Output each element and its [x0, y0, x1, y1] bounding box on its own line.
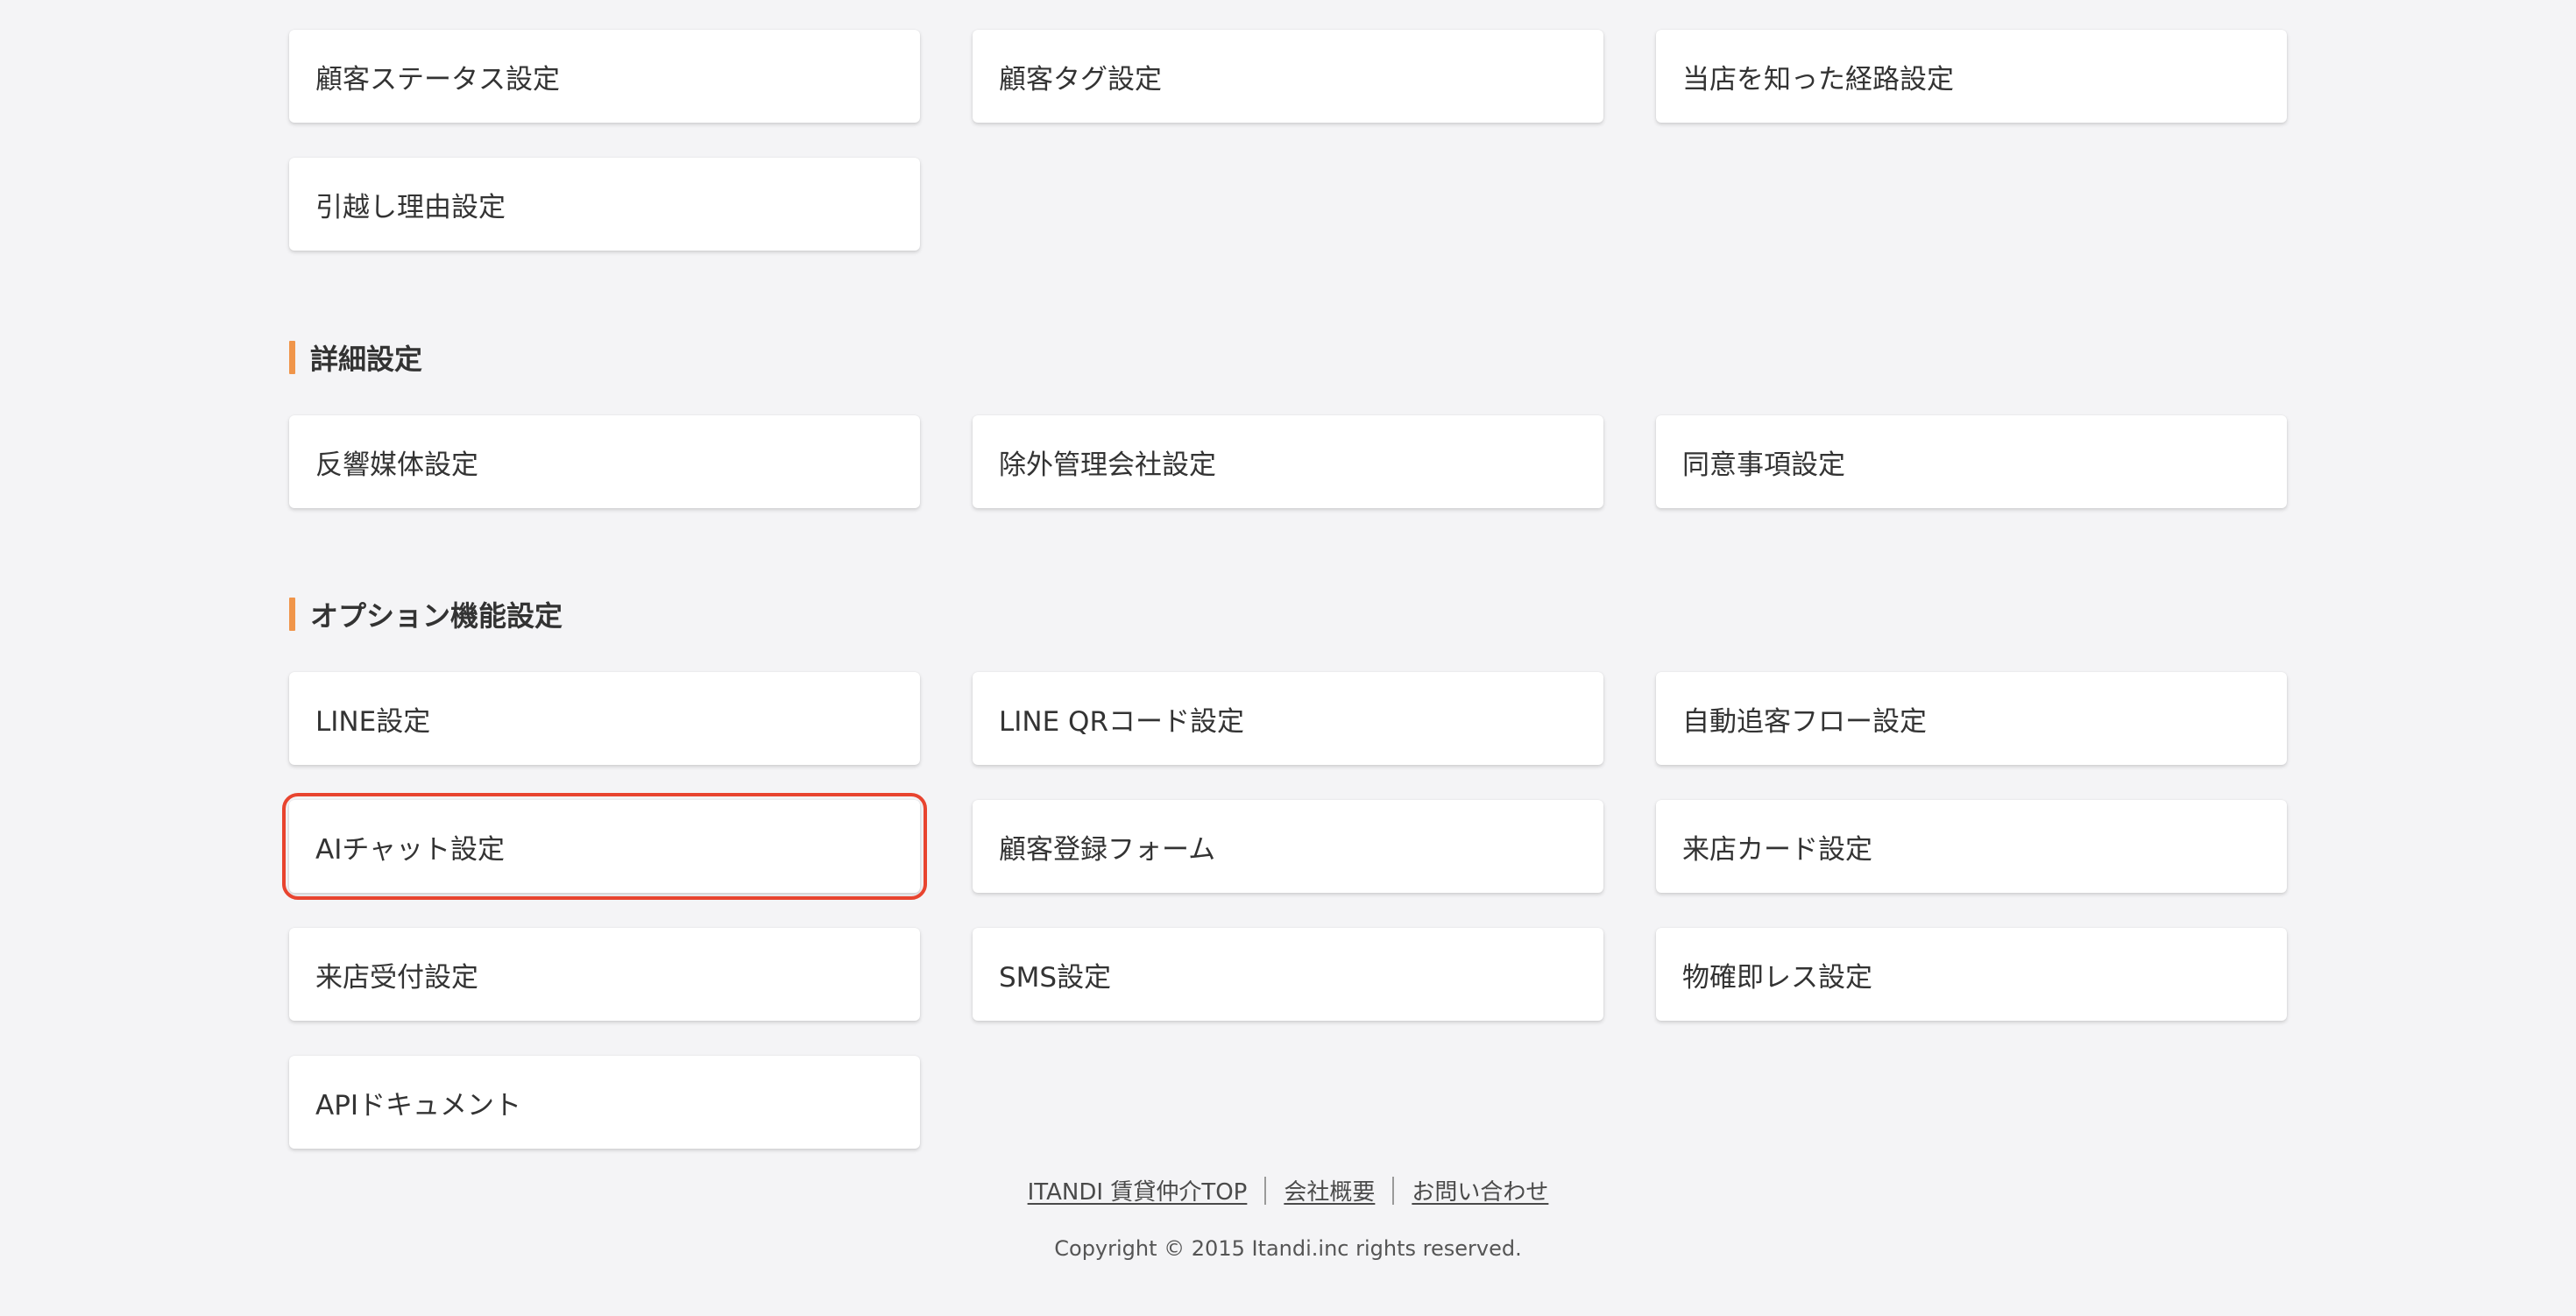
- footer-link-contact[interactable]: お問い合わせ: [1394, 1174, 1566, 1206]
- section-heading-text: オプション機能設定: [310, 599, 563, 633]
- customer-status-settings-card[interactable]: 顧客ステータス設定: [289, 30, 920, 123]
- consent-items-settings-card[interactable]: 同意事項設定: [1656, 415, 2287, 508]
- auto-follow-up-flow-settings-card[interactable]: 自動追客フロー設定: [1656, 672, 2287, 765]
- customer-registration-form-card[interactable]: 顧客登録フォーム: [973, 800, 1603, 893]
- footer-links: ITANDI 賃貸仲介TOP 会社概要 お問い合わせ: [0, 1174, 2576, 1206]
- property-check-quick-response-settings-card[interactable]: 物確即レス設定: [1656, 928, 2287, 1021]
- api-documentation-card[interactable]: APIドキュメント: [289, 1056, 920, 1149]
- ai-chat-settings-card[interactable]: AIチャット設定: [282, 793, 927, 900]
- section-heading-option-settings: オプション機能設定: [289, 597, 563, 633]
- section-heading-text: 詳細設定: [310, 343, 423, 376]
- copyright-text: Copyright © 2015 Itandi.inc rights reser…: [1054, 1236, 1522, 1261]
- settings-grid-detail: 反響媒体設定 除外管理会社設定 同意事項設定: [289, 415, 2287, 508]
- sms-settings-card[interactable]: SMS設定: [973, 928, 1603, 1021]
- line-qr-code-settings-card[interactable]: LINE QRコード設定: [973, 672, 1603, 765]
- customer-tag-settings-card[interactable]: 顧客タグ設定: [973, 30, 1603, 123]
- visit-reception-settings-card[interactable]: 来店受付設定: [289, 928, 920, 1021]
- visit-card-settings-card[interactable]: 来店カード設定: [1656, 800, 2287, 893]
- moving-reason-settings-card[interactable]: 引越し理由設定: [289, 158, 920, 251]
- section-heading-detail-settings: 詳細設定: [289, 340, 423, 376]
- inquiry-media-settings-card[interactable]: 反響媒体設定: [289, 415, 920, 508]
- footer-link-company-profile[interactable]: 会社概要: [1266, 1174, 1392, 1206]
- referral-route-settings-card[interactable]: 当店を知った経路設定: [1656, 30, 2287, 123]
- footer-link-itandi-top[interactable]: ITANDI 賃貸仲介TOP: [1010, 1174, 1265, 1206]
- footer: ITANDI 賃貸仲介TOP 会社概要 お問い合わせ Copyright © 2…: [0, 1174, 2576, 1261]
- excluded-management-company-settings-card[interactable]: 除外管理会社設定: [973, 415, 1603, 508]
- settings-grid-customer: 顧客ステータス設定 顧客タグ設定 当店を知った経路設定 引越し理由設定: [289, 30, 2287, 251]
- settings-grid-options: LINE設定 LINE QRコード設定 自動追客フロー設定 AIチャット設定 顧…: [282, 672, 2287, 1149]
- heading-accent-bar: [289, 341, 295, 374]
- line-settings-card[interactable]: LINE設定: [289, 672, 920, 765]
- heading-accent-bar: [289, 598, 295, 631]
